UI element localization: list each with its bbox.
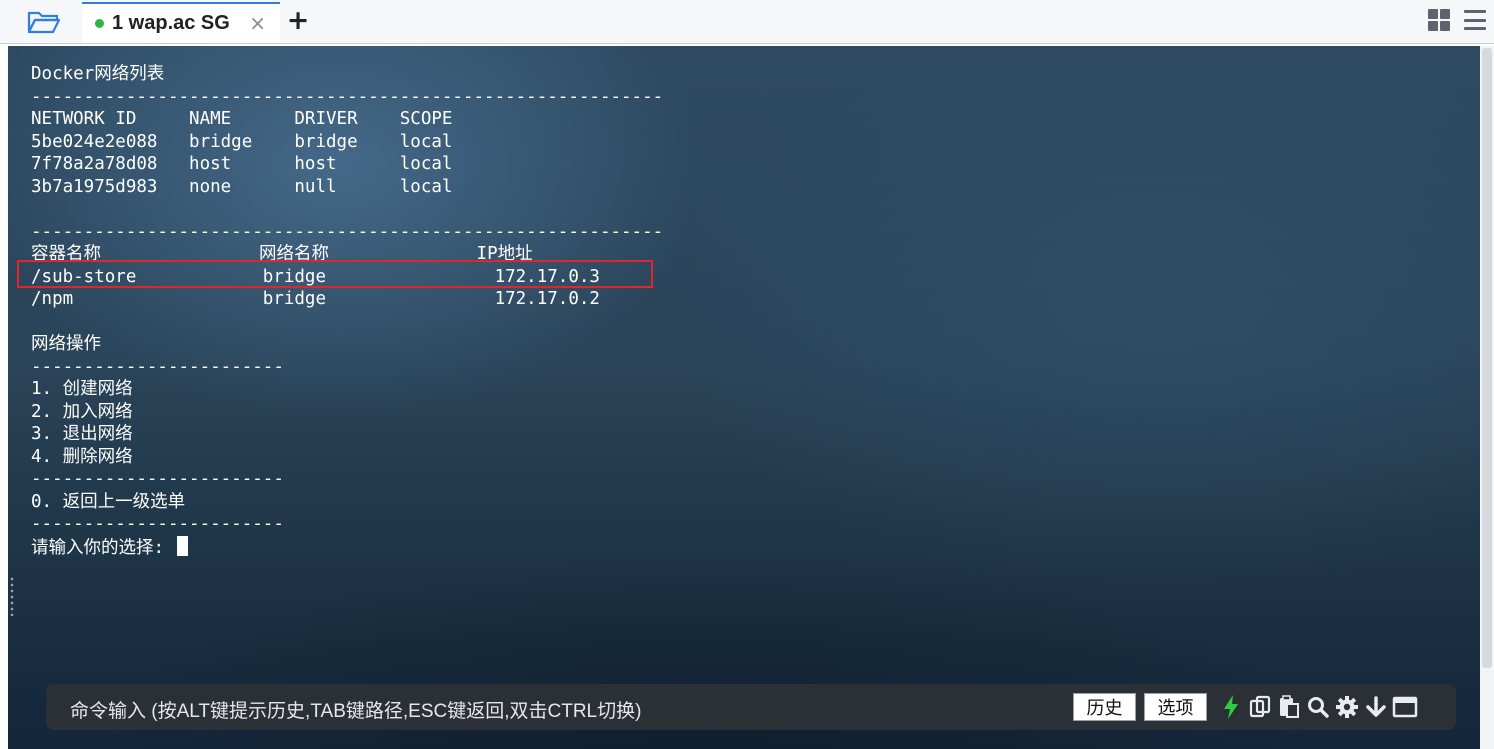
terminal-line: ------------------------ bbox=[31, 514, 284, 534]
tab-bar: 1 wap.ac SG × + bbox=[0, 0, 1494, 44]
terminal-line: NETWORK ID NAME DRIVER SCOPE bbox=[31, 109, 453, 129]
options-button[interactable]: 选项 bbox=[1144, 693, 1207, 721]
terminal-line: 3b7a1975d983 none null local bbox=[31, 176, 453, 197]
command-input[interactable]: 命令输入 (按ALT键提示历史,TAB键路径,ESC键返回,双击CTRL切换) bbox=[70, 696, 641, 723]
terminal-line: Docker网络列表 bbox=[31, 64, 165, 84]
terminal-line: ------------------------ bbox=[31, 469, 284, 489]
terminal-line: ----------------------------------------… bbox=[31, 86, 664, 107]
terminal-line: /npm bridge 172.17.0.2 bbox=[31, 289, 600, 309]
terminal-line: 3. 退出网络 bbox=[31, 424, 133, 444]
terminal-line: ----------------------------------------… bbox=[31, 221, 664, 242]
highlight-box bbox=[17, 260, 653, 288]
terminal-line: 1. 创建网络 bbox=[31, 379, 133, 399]
lightning-icon[interactable] bbox=[1218, 694, 1244, 720]
copy-icon[interactable] bbox=[1247, 694, 1273, 720]
add-tab-icon[interactable]: + bbox=[286, 7, 310, 35]
paste-icon[interactable] bbox=[1276, 694, 1302, 720]
layout-grid-icon[interactable] bbox=[1428, 9, 1450, 31]
resize-handle[interactable] bbox=[9, 576, 15, 616]
terminal-line: 2. 加入网络 bbox=[31, 401, 133, 422]
terminal-output: Docker网络列表 ------------------------------… bbox=[31, 63, 663, 558]
command-bar: 命令输入 (按ALT键提示历史,TAB键路径,ESC键返回,双击CTRL切换) … bbox=[46, 684, 1456, 730]
tab-label: 1 wap.ac SG bbox=[112, 12, 230, 34]
menu-icon[interactable] bbox=[1464, 10, 1486, 30]
tab-close-icon[interactable]: × bbox=[249, 12, 266, 34]
terminal-line: 0. 返回上一级选单 bbox=[31, 491, 186, 512]
terminal-line: 7f78a2a78d08 host host local bbox=[31, 154, 453, 174]
terminal-area[interactable]: Docker网络列表 ------------------------------… bbox=[8, 46, 1480, 749]
window-icon[interactable] bbox=[1392, 694, 1418, 720]
text-cursor bbox=[176, 535, 188, 556]
terminal-line: 5be024e2e088 bridge bridge local bbox=[31, 131, 453, 152]
history-button[interactable]: 历史 bbox=[1073, 693, 1136, 721]
terminal-line: 4. 删除网络 bbox=[31, 446, 133, 467]
search-icon[interactable] bbox=[1305, 694, 1331, 720]
vertical-scrollbar[interactable] bbox=[1482, 48, 1492, 668]
terminal-line: ------------------------ bbox=[31, 356, 284, 377]
session-tab[interactable]: 1 wap.ac SG × bbox=[82, 2, 280, 43]
download-arrow-icon[interactable] bbox=[1363, 694, 1389, 720]
gear-icon[interactable] bbox=[1334, 694, 1360, 720]
folder-icon[interactable] bbox=[24, 7, 64, 37]
prompt-line: 请输入你的选择: bbox=[31, 535, 663, 559]
connection-status-dot bbox=[95, 19, 104, 28]
terminal-line: 网络操作 bbox=[31, 334, 101, 354]
prompt-text: 请输入你的选择: bbox=[31, 537, 175, 558]
